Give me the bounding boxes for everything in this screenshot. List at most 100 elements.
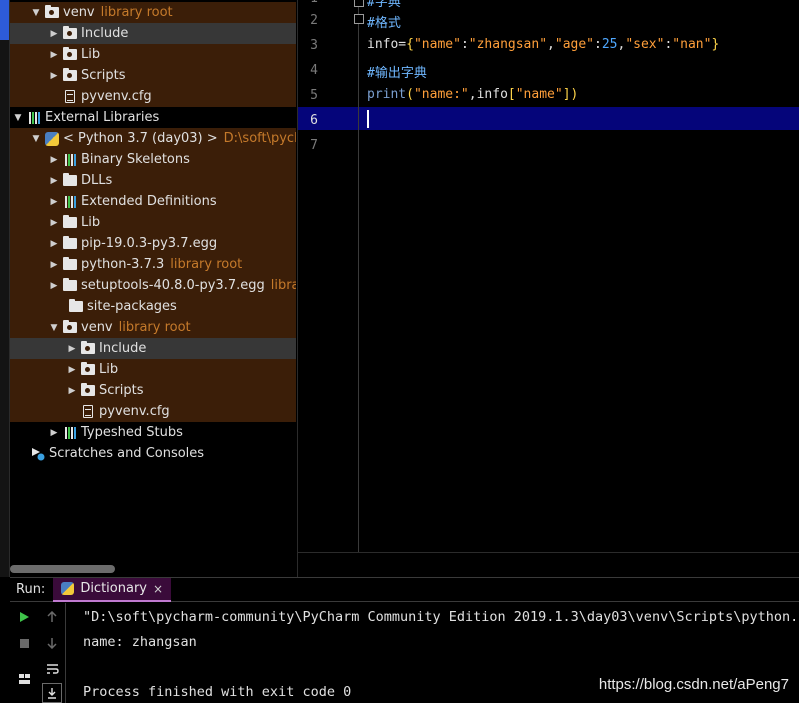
tree-item-label: venv [81, 320, 113, 335]
library-icon [27, 111, 41, 124]
line-number: 4 [310, 63, 318, 78]
line-number: 1 [298, 0, 318, 6]
tree-item-venv-lib[interactable]: ▼ venv library root [10, 317, 296, 338]
tree-item-pyvenv-cfg[interactable]: pyvenv.cfg [10, 401, 296, 422]
text-caret [367, 110, 369, 128]
chevron-down-icon[interactable]: ▼ [30, 134, 42, 144]
arrow-down-icon[interactable] [42, 633, 62, 653]
tree-item-label: DLLs [81, 173, 113, 188]
chevron-right-icon[interactable]: ▶ [48, 218, 60, 228]
tree-item-label: venv [63, 5, 95, 20]
tree-item-pip-egg[interactable]: ▶ pip-19.0.3-py3.7.egg [10, 233, 296, 254]
chevron-right-icon[interactable]: ▶ [48, 260, 60, 270]
folder-icon [81, 362, 95, 376]
chevron-down-icon[interactable]: ▼ [48, 323, 60, 333]
tree-item-typeshed-stubs[interactable]: ▶ Typeshed Stubs [10, 422, 296, 443]
layout-icon[interactable] [14, 669, 34, 689]
tree-item-scripts[interactable]: ▶ Scripts [10, 65, 296, 86]
tree-item-label: Scripts [81, 68, 126, 83]
tree-item-lib[interactable]: ▶ Lib [10, 212, 296, 233]
tree-item-include[interactable]: ▶ Include [10, 23, 296, 44]
line-number: 7 [310, 138, 318, 153]
close-icon[interactable]: × [153, 582, 163, 596]
rerun-button[interactable] [14, 607, 34, 627]
tree-item-pyvenv-cfg[interactable]: pyvenv.cfg [10, 86, 296, 107]
tree-item-venv[interactable]: ▼ venv library root [10, 2, 296, 23]
chevron-right-icon[interactable]: ▶ [48, 197, 60, 207]
tree-item-label: Lib [99, 362, 119, 377]
file-icon [81, 405, 95, 418]
python-icon [45, 131, 59, 146]
tree-item-scripts[interactable]: ▶ Scripts [10, 380, 296, 401]
tree-item-dlls[interactable]: ▶ DLLs [10, 170, 296, 191]
tree-item-lib[interactable]: ▶ Lib [10, 44, 296, 65]
tree-item-include[interactable]: ▶ Include [10, 338, 296, 359]
chevron-right-icon[interactable]: ▶ [48, 50, 60, 60]
library-root-tag: library root [100, 5, 173, 20]
console-line: Process finished with exit code 0 [83, 684, 352, 700]
run-tool-window[interactable]: Run: Dictionary × "D:\soft\pycharm-commu [10, 577, 799, 703]
tree-item-label: Include [99, 341, 147, 356]
folder-icon [63, 26, 77, 40]
library-root-tag: library r [270, 278, 296, 293]
tree-item-setuptools-egg[interactable]: ▶ setuptools-40.8.0-py3.7.egg library r [10, 275, 296, 296]
chevron-right-icon[interactable]: ▶ [48, 428, 60, 438]
folder-icon [63, 257, 77, 271]
fold-marker-icon[interactable] [354, 0, 364, 7]
project-tree[interactable]: ▼ venv library root ▶ Include ▶ Lib ▶ Sc… [10, 0, 296, 577]
folder-icon [63, 278, 77, 292]
python-icon [61, 582, 75, 595]
arrow-up-icon[interactable] [42, 607, 62, 627]
soft-wrap-icon[interactable] [42, 659, 62, 679]
tree-item-label: < Python 3.7 (day03) > [63, 131, 218, 146]
tree-item-label: Include [81, 26, 129, 41]
run-tab-title: Dictionary [80, 581, 147, 596]
chevron-right-icon[interactable]: ▶ [66, 365, 78, 375]
code-line-5: print("name:",info["name"]) [367, 87, 579, 102]
chevron-right-icon[interactable]: ▶ [48, 239, 60, 249]
code-editor[interactable]: 1 2 3 4 5 6 7 #字典 #格式 info={"name":"zhan… [297, 0, 799, 577]
tree-item-external-libraries[interactable]: ▼ External Libraries [10, 107, 296, 128]
tree-item-scratches[interactable]: Scratches and Consoles [10, 443, 296, 464]
fold-marker-icon[interactable] [354, 14, 364, 24]
code-line-1: #字典 [367, 0, 401, 10]
chevron-right-icon[interactable]: ▶ [66, 386, 78, 396]
tree-item-label: Typeshed Stubs [81, 425, 183, 440]
console-line: name: zhangsan [83, 634, 197, 650]
tree-item-label: Scratches and Consoles [49, 446, 205, 461]
tree-item-label: Scripts [99, 383, 144, 398]
folder-icon [81, 341, 95, 355]
tree-item-site-packages[interactable]: site-packages [10, 296, 296, 317]
library-root-tag: library root [170, 257, 243, 272]
tree-item-extended-definitions[interactable]: ▶ Extended Definitions [10, 191, 296, 212]
tree-item-label: setuptools-40.8.0-py3.7.egg [81, 278, 265, 293]
chevron-right-icon[interactable]: ▶ [48, 29, 60, 39]
chevron-right-icon[interactable]: ▶ [48, 155, 60, 165]
folder-icon [63, 47, 77, 61]
tree-item-python-373[interactable]: ▶ python-3.7.3 library root [10, 254, 296, 275]
tree-item-lib[interactable]: ▶ Lib [10, 359, 296, 380]
code-line-2: #格式 [367, 16, 401, 31]
chevron-down-icon[interactable]: ▼ [12, 113, 24, 123]
line-number: 5 [310, 88, 318, 103]
chevron-right-icon[interactable]: ▶ [48, 281, 60, 291]
run-tab-dictionary[interactable]: Dictionary × [53, 577, 172, 602]
editor-gutter[interactable]: 1 2 3 4 5 6 7 [298, 0, 364, 552]
tree-item-python-sdk[interactable]: ▼ < Python 3.7 (day03) > D:\soft\pycharm [10, 128, 296, 149]
chevron-right-icon[interactable]: ▶ [48, 176, 60, 186]
project-tool-tab[interactable] [0, 0, 9, 40]
tree-horizontal-scrollbar[interactable] [10, 565, 115, 573]
chevron-down-icon[interactable]: ▼ [30, 8, 42, 18]
folder-icon [45, 5, 59, 19]
tree-item-binary-skeletons[interactable]: ▶ Binary Skeletons [10, 149, 296, 170]
chevron-right-icon[interactable]: ▶ [48, 71, 60, 81]
stop-button[interactable] [14, 633, 34, 653]
folder-icon [63, 215, 77, 229]
scroll-to-end-icon[interactable] [42, 683, 62, 703]
folder-icon [81, 383, 95, 397]
tree-item-label: Lib [81, 47, 101, 62]
library-icon [63, 195, 77, 208]
code-line-4: #输出字典 [367, 66, 427, 81]
scratches-icon [31, 447, 45, 460]
chevron-right-icon[interactable]: ▶ [66, 344, 78, 354]
